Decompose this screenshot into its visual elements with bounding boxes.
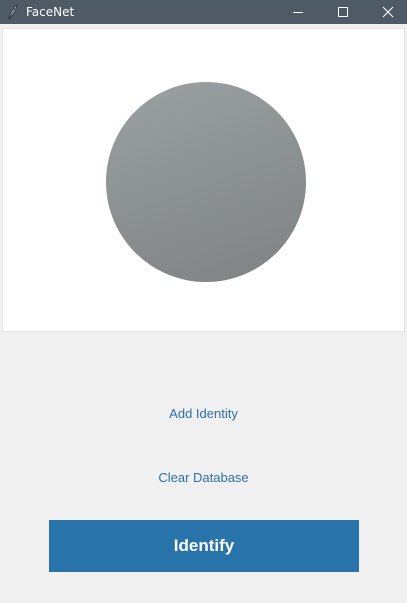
- feather-icon: [6, 3, 20, 21]
- identify-button[interactable]: Identify: [49, 520, 359, 572]
- add-identity-button[interactable]: Add Identity: [0, 406, 407, 422]
- minimize-icon: [292, 3, 304, 22]
- clear-database-button[interactable]: Clear Database: [0, 470, 407, 486]
- maximize-button[interactable]: [320, 0, 366, 24]
- close-button[interactable]: [365, 0, 407, 24]
- image-preview-canvas: [2, 28, 405, 332]
- close-icon: [382, 3, 394, 22]
- minimize-button[interactable]: [275, 0, 321, 24]
- maximize-icon: [337, 3, 349, 22]
- face-image-placeholder: [106, 82, 306, 282]
- title-bar: FaceNet: [0, 0, 407, 24]
- window-title: FaceNet: [26, 5, 75, 19]
- controls-panel: Add Identity Clear Database Identify: [0, 340, 407, 603]
